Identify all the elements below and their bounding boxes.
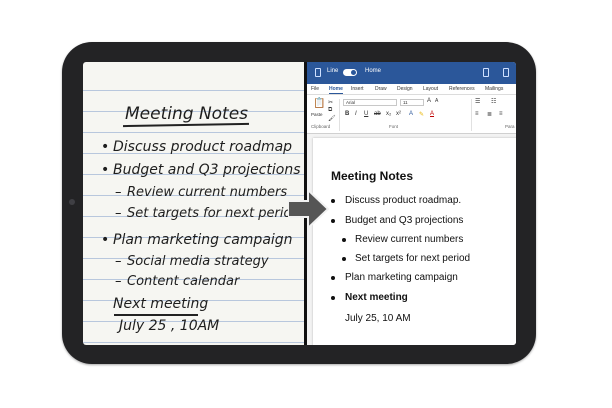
bullets-icon[interactable]: ☰ — [475, 98, 480, 105]
note-item: Discuss product roadmap — [113, 139, 293, 155]
superscript-icon[interactable]: x² — [396, 111, 401, 117]
font-group-label: Font — [389, 124, 399, 129]
doc-sub-bullet — [342, 238, 346, 242]
tab-layout[interactable]: Layout — [423, 86, 438, 92]
note-bullet: • — [101, 139, 110, 155]
underline-icon[interactable]: U — [364, 111, 368, 117]
ribbon-home: 📋 Paste ✂ ⧉ 🖌 Clipboard Arial 11 A A B I… — [307, 95, 516, 134]
ribbon-separator — [339, 99, 340, 131]
note-subitem: Set targets for next period — [127, 206, 300, 221]
note-item: Plan marketing campaign — [113, 232, 293, 248]
note-title: Meeting Notes — [125, 104, 249, 124]
line-label: Line — [327, 68, 339, 74]
note-next-meeting: Next meeting — [113, 296, 209, 312]
ribbon-tabs: File Home Insert Draw Design Layout Refe… — [307, 84, 516, 95]
window-icon[interactable] — [315, 68, 321, 77]
handwritten-notebook[interactable]: Meeting Notes • Discuss product roadmap … — [83, 62, 304, 345]
align-right-icon[interactable]: ≡ — [499, 111, 503, 117]
note-item: Budget and Q3 projections — [113, 162, 301, 178]
numbering-icon[interactable]: ☷ — [491, 98, 496, 105]
note-subitem: Social media strategy — [127, 254, 269, 269]
ribbon-separator — [471, 99, 472, 131]
tablet-view-icon[interactable] — [483, 68, 489, 77]
doc-date: July 25, 10 AM — [345, 313, 411, 324]
title-bar: Line Home — [307, 62, 516, 84]
italic-icon[interactable]: I — [355, 111, 357, 117]
paragraph-group-label: Para — [505, 124, 515, 129]
align-left-icon[interactable]: ≡ — [475, 111, 479, 117]
note-dash: – — [115, 274, 122, 289]
note-date: July 25 , 10AM — [119, 318, 220, 334]
doc-bullet — [331, 276, 335, 280]
doc-bullet — [331, 219, 335, 223]
grow-font-icon[interactable]: A — [427, 98, 431, 104]
note-bullet: • — [101, 232, 110, 248]
font-color-icon[interactable]: A — [430, 111, 434, 117]
doc-title: Meeting Notes — [331, 169, 414, 183]
bold-icon[interactable]: B — [345, 111, 349, 117]
doc-bullet — [331, 199, 335, 203]
document-page[interactable]: Meeting Notes Discuss product roadmap. B… — [313, 138, 516, 345]
note-dash: – — [115, 206, 122, 221]
doc-list-item: Discuss product roadmap. — [345, 195, 462, 206]
phone-view-icon[interactable] — [503, 68, 509, 77]
tab-design[interactable]: Design — [397, 86, 413, 92]
note-subitem: Content calendar — [127, 274, 240, 289]
word-app: Line Home File Home Insert Draw Design L… — [307, 62, 516, 345]
home-title: Home — [365, 68, 382, 74]
subscript-icon[interactable]: x₂ — [386, 111, 391, 117]
note-dash: – — [115, 185, 122, 200]
doc-list-item: Plan marketing campaign — [345, 272, 458, 283]
paste-icon[interactable]: 📋 — [313, 98, 325, 109]
font-name-dropdown[interactable]: Arial — [343, 99, 397, 106]
shrink-font-icon[interactable]: A — [435, 98, 438, 104]
tab-home[interactable]: Home — [329, 86, 343, 94]
copy-icon[interactable]: ⧉ — [328, 107, 332, 114]
doc-bullet — [331, 296, 335, 300]
tab-file[interactable]: File — [311, 86, 319, 92]
tab-insert[interactable]: Insert — [351, 86, 364, 92]
paste-label: Paste — [311, 112, 323, 117]
cut-icon[interactable]: ✂ — [328, 99, 333, 106]
doc-next-meeting: Next meeting — [345, 292, 408, 303]
note-subitem: Review current numbers — [127, 185, 288, 200]
text-effects-icon[interactable]: A — [409, 111, 413, 117]
tab-draw[interactable]: Draw — [375, 86, 387, 92]
note-dash: – — [115, 254, 122, 269]
strikethrough-icon[interactable]: ab — [374, 111, 381, 117]
doc-sub-item: Set targets for next period — [355, 253, 471, 264]
highlight-icon[interactable]: ✎ — [419, 111, 424, 118]
tab-mailings[interactable]: Mailings — [485, 86, 503, 92]
tab-references[interactable]: References — [449, 86, 475, 92]
align-center-icon[interactable]: ≣ — [487, 111, 492, 118]
doc-sub-bullet — [342, 257, 346, 261]
line-toggle[interactable] — [343, 69, 357, 76]
font-size-dropdown[interactable]: 11 — [400, 99, 424, 106]
format-painter-icon[interactable]: 🖌 — [328, 115, 336, 122]
camera-icon — [69, 199, 75, 205]
next-underline — [114, 314, 198, 316]
clipboard-group-label: Clipboard — [311, 124, 331, 129]
arrow-right-icon — [288, 190, 330, 228]
note-bullet: • — [101, 162, 110, 178]
doc-sub-item: Review current numbers — [355, 234, 464, 245]
doc-list-item: Budget and Q3 projections — [345, 215, 464, 226]
